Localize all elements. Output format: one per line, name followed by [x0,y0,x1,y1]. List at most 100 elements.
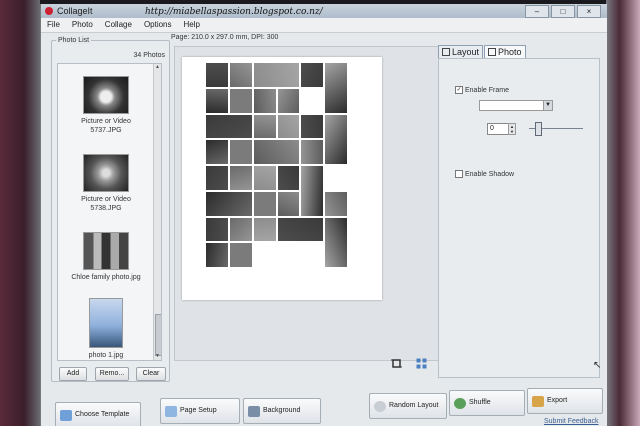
item-caption-line2: 5737.JPG [90,127,122,134]
collage-photo-tile[interactable] [253,191,276,216]
add-photo-button[interactable]: Add [59,367,87,381]
collage-photo-tile[interactable] [301,63,324,87]
collage-photo-tile[interactable] [325,114,347,165]
collage-photo-tile[interactable] [325,191,347,216]
collage-photo-tile[interactable] [206,243,228,268]
choose-template-button[interactable]: Choose Template [55,402,141,426]
app-logo-icon [45,7,53,15]
scrollbar-thumb[interactable] [155,314,161,356]
crop-icon[interactable] [391,358,402,369]
collage-photo-tile[interactable] [229,63,252,87]
menu-file[interactable]: File [41,18,66,32]
family-thumbnail-icon [83,232,129,270]
collage-page[interactable] [182,57,382,300]
menu-options[interactable]: Options [138,18,178,32]
collage-photo-tile[interactable] [229,140,252,165]
shuffle-button[interactable]: Shuffle [449,390,525,416]
clear-photos-button[interactable]: Clear [136,367,166,381]
collage-photo-tile[interactable] [229,88,252,113]
shuffle-icon [454,397,466,409]
enable-shadow-checkbox[interactable] [455,170,463,178]
photo-list[interactable]: Picture or Video 5737.JPG Picture or Vid… [57,63,162,361]
stepper-arrows-icon[interactable]: ▲ ▼ [508,123,516,135]
enable-shadow-label: Enable Shadow [465,170,515,178]
tab-layout[interactable]: Layout [438,45,484,58]
submit-feedback-link[interactable]: Submit Feedback [544,418,598,425]
collage-photo-tile[interactable] [301,114,324,139]
enable-frame-option[interactable]: ✓ Enable Frame [455,86,509,94]
menu-collage[interactable]: Collage [99,18,138,32]
photo-count: 34 Photos [133,52,165,59]
enable-shadow-option[interactable]: Enable Shadow [455,170,514,178]
frame-style-select[interactable]: ▼ [479,100,553,111]
collage-photo-tile[interactable] [253,140,300,165]
collage-photo-tile[interactable] [277,88,300,113]
canvas-tools [391,358,427,369]
collage-photo-tile[interactable] [277,114,300,139]
collage-photo-tile[interactable] [206,217,228,242]
collage-photo-tile[interactable] [229,243,252,268]
random-layout-button[interactable]: Random Layout [369,393,447,419]
item-caption-line1: Picture or Video [81,118,131,125]
list-item[interactable]: Picture or Video 5738.JPG [58,154,154,213]
photo-list-scrollbar[interactable]: ▲ ▼ [153,64,161,360]
collage-photo-tile[interactable] [277,166,300,190]
minimize-icon[interactable]: – [525,5,549,18]
chevron-down-icon[interactable]: ▼ [543,101,552,110]
collage-photo-tile[interactable] [206,63,228,87]
maximize-icon[interactable]: □ [551,5,575,18]
enable-frame-checkbox[interactable]: ✓ [455,86,463,94]
collage-photo-tile[interactable] [253,88,276,113]
item-caption-line2: 5738.JPG [90,205,122,212]
menu-photo[interactable]: Photo [66,18,99,32]
item-caption-line1: Picture or Video [81,196,131,203]
frame-width-stepper[interactable]: 0 [487,123,509,135]
photo-settings-panel: ✓ Enable Frame ▼ 0 ▲ ▼ Enable Shadow [438,58,600,378]
collage-photo-tile[interactable] [206,166,228,190]
tab-photo[interactable]: Photo [484,45,526,58]
collage-photo-tile[interactable] [229,217,252,242]
grid-view-icon[interactable] [416,358,427,369]
collage-photo-tile[interactable] [301,166,324,216]
scroll-up-icon[interactable]: ▲ [154,64,161,71]
background-icon [248,405,260,417]
remove-photo-button[interactable]: Remo... [95,367,129,381]
background-label: Background [263,407,301,414]
collage-photo-grid[interactable] [206,63,347,293]
list-item[interactable]: Chloe family photo.jpg [58,232,154,282]
collage-photo-tile[interactable] [253,217,276,242]
collage-photo-tile[interactable] [206,191,252,216]
collage-photo-tile[interactable] [206,88,228,113]
tab-layout-label: Layout [452,47,480,57]
photo-icon [488,48,497,56]
list-item[interactable]: Picture or Video 5737.JPG [58,76,154,135]
frame-width-slider-thumb[interactable] [535,122,542,136]
close-icon[interactable]: × [577,5,601,18]
template-icon [60,409,72,421]
menu-help[interactable]: Help [178,18,206,32]
export-icon [532,395,544,407]
scroll-down-icon[interactable]: ▼ [154,353,161,360]
menu-bar: File Photo Collage Options Help [41,18,607,33]
monitor-bezel-left [0,0,40,426]
collage-photo-tile[interactable] [229,166,252,190]
collage-photo-tile[interactable] [277,217,324,242]
collage-photo-tile[interactable] [206,140,228,165]
page-setup-label: Page Setup [180,407,217,414]
collage-photo-tile[interactable] [253,166,276,190]
collage-photo-tile[interactable] [325,217,347,268]
photo-list-panel: Photo List 34 Photos Picture or Video 57… [51,37,170,382]
collage-photo-tile[interactable] [206,114,252,139]
app-window: CollageIt http://miabellaspassion.blogsp… [40,4,607,426]
collage-photo-tile[interactable] [253,63,300,87]
background-button[interactable]: Background [243,398,321,424]
collage-canvas[interactable] [174,46,439,361]
collage-photo-tile[interactable] [325,63,347,113]
list-item[interactable]: photo 1.jpg [58,298,154,360]
collage-photo-tile[interactable] [253,114,276,139]
collage-photo-tile[interactable] [277,191,300,216]
page-setup-button[interactable]: Page Setup [160,398,240,424]
export-button[interactable]: Export [527,388,603,414]
layout-icon [442,48,450,56]
collage-photo-tile[interactable] [301,140,324,165]
